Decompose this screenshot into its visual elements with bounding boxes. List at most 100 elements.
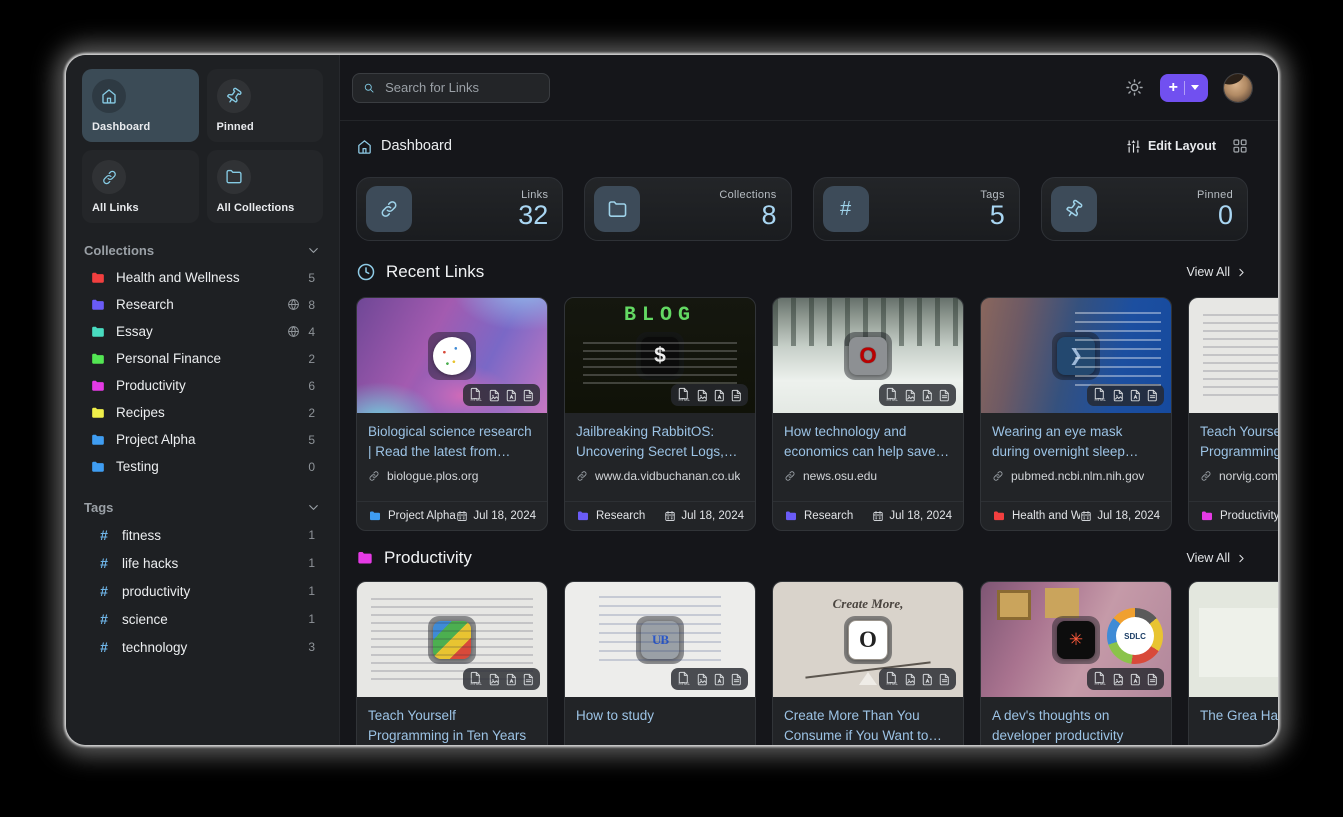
stat-card-tags[interactable]: # Tags 5 [813, 177, 1020, 241]
link-preview-image: Create More, O HTML [773, 582, 963, 697]
preserved-formats-badge: HTML [879, 668, 956, 690]
collection-item[interactable]: Personal Finance 2 [82, 345, 323, 372]
html-format-icon: HTML [468, 671, 484, 687]
collection-count: 5 [308, 433, 315, 447]
view-all-recent-link[interactable]: View All [1186, 265, 1248, 279]
app-window: Dashboard Pinned All Links All Collectio… [66, 55, 1278, 745]
view-all-productivity-link[interactable]: View All [1186, 551, 1248, 565]
tag-count: 1 [308, 584, 315, 598]
edit-layout-button[interactable]: Edit Layout [1126, 139, 1216, 154]
collection-name: Health and Wellness [116, 270, 298, 285]
link-card[interactable]: The Grea Hack: Le [1188, 581, 1278, 745]
collection-item[interactable]: Testing 0 [82, 453, 323, 480]
tag-item[interactable]: # technology 3 [82, 633, 323, 661]
screenshot-format-icon [488, 673, 501, 686]
link-card[interactable]: BLOG $ HTML Jailbreaking RabbitOS: Uncov… [564, 297, 756, 531]
user-avatar[interactable] [1224, 74, 1252, 102]
sidebar-item-all-collections[interactable]: All Collections [207, 150, 324, 223]
layout-grid-icon[interactable] [1232, 138, 1248, 154]
collection-item[interactable]: Productivity 6 [82, 372, 323, 399]
preserved-formats-badge: HTML [671, 384, 748, 406]
link-url: biologue.plos.org [368, 469, 536, 483]
folder-icon [90, 460, 106, 474]
sidebar-item-dashboard[interactable]: Dashboard [82, 69, 199, 142]
folder-icon [594, 186, 640, 232]
card-collection[interactable]: Research [576, 510, 645, 522]
view-all-label: View All [1186, 265, 1230, 279]
preserved-formats-badge: HTML [671, 668, 748, 690]
folder-icon [356, 550, 374, 566]
link-card[interactable]: ❯ HTML Wearing an eye mask during overni… [980, 297, 1172, 531]
stat-card-pinned[interactable]: Pinned 0 [1041, 177, 1248, 241]
folder-icon [90, 379, 106, 393]
link-card[interactable]: SDLC ✳ HTML A dev's thoughts on develope… [980, 581, 1172, 745]
collection-name: Health and Well... [1012, 510, 1080, 522]
card-date: Jul 18, 2024 [456, 510, 536, 522]
stat-card-links[interactable]: Links 32 [356, 177, 563, 241]
link-card[interactable]: HTML Teach Yourself Programming in Ten Y… [356, 581, 548, 745]
recent-links-header: Recent Links [356, 262, 484, 282]
create-new-button[interactable]: + [1160, 74, 1208, 102]
card-collection[interactable]: Project Alpha [368, 510, 456, 522]
sidebar-item-pinned[interactable]: Pinned [207, 69, 324, 142]
preserved-formats-badge: HTML [1087, 384, 1164, 406]
collection-item[interactable]: Recipes 2 [82, 399, 323, 426]
collection-item[interactable]: Research 8 [82, 291, 323, 318]
link-preview-image: UB HTML [565, 582, 755, 697]
collection-count: 5 [308, 271, 315, 285]
tag-item[interactable]: # life hacks 1 [82, 549, 323, 577]
link-url: norvig.com [1200, 469, 1278, 483]
link-card[interactable]: HTML Biological science research | Read … [356, 297, 548, 531]
collection-name: Research [596, 510, 645, 522]
hash-icon: # [96, 555, 112, 571]
card-collection[interactable]: Health and Well... [992, 510, 1080, 522]
page-title: Dashboard [381, 138, 452, 154]
sliders-icon [1126, 139, 1141, 154]
link-card[interactable]: Create More, O HTML Create More Than You… [772, 581, 964, 745]
pdf-format-icon [1129, 389, 1142, 402]
card-date: Jul 18, 2024 [1080, 510, 1160, 522]
screenshot-format-icon [904, 389, 917, 402]
collection-name: Research [116, 297, 277, 312]
tags-header[interactable]: Tags [84, 500, 321, 515]
link-card[interactable]: UB HTML How to study [564, 581, 756, 745]
collection-count: 2 [308, 406, 315, 420]
tag-count: 1 [308, 612, 315, 626]
collection-item[interactable]: Project Alpha 5 [82, 426, 323, 453]
sidebar-item-all-links[interactable]: All Links [82, 150, 199, 223]
tag-item[interactable]: # productivity 1 [82, 577, 323, 605]
tag-count: 1 [308, 556, 315, 570]
readable-format-icon [1146, 673, 1159, 686]
readable-format-icon [730, 389, 743, 402]
search-input[interactable] [383, 79, 539, 96]
collections-header[interactable]: Collections [84, 243, 321, 258]
link-card[interactable]: HTML Teach Yourself Programming in Ten Y… [1188, 297, 1278, 531]
tag-item[interactable]: # science 1 [82, 605, 323, 633]
collection-name: Research [804, 510, 853, 522]
tag-item[interactable]: # fitness 1 [82, 521, 323, 549]
card-collection[interactable]: Research [784, 510, 853, 522]
collection-item[interactable]: Essay 4 [82, 318, 323, 345]
folder-icon [90, 298, 106, 312]
link-url: news.osu.edu [784, 469, 952, 483]
stat-card-collections[interactable]: Collections 8 [584, 177, 791, 241]
collection-item[interactable]: Health and Wellness 5 [82, 264, 323, 291]
chevron-right-icon [1235, 552, 1248, 565]
pin-icon [217, 79, 251, 113]
search-icon [363, 81, 375, 95]
screenshot-format-icon [488, 389, 501, 402]
card-collection[interactable]: Productivity [1200, 510, 1278, 522]
collection-name: Project Alpha [388, 510, 456, 522]
pdf-format-icon [713, 389, 726, 402]
theme-toggle-sun-icon[interactable] [1125, 78, 1144, 97]
search-box[interactable] [352, 73, 550, 103]
link-card[interactable]: O HTML How technology and economics can … [772, 297, 964, 531]
html-format-icon: HTML [884, 671, 900, 687]
tag-name: life hacks [122, 556, 298, 571]
screenshot-format-icon [1112, 673, 1125, 686]
section-title: Productivity [384, 548, 472, 568]
calendar-icon [456, 510, 468, 522]
html-format-icon: HTML [1092, 671, 1108, 687]
home-icon [356, 138, 373, 155]
collection-count: 4 [308, 325, 315, 339]
